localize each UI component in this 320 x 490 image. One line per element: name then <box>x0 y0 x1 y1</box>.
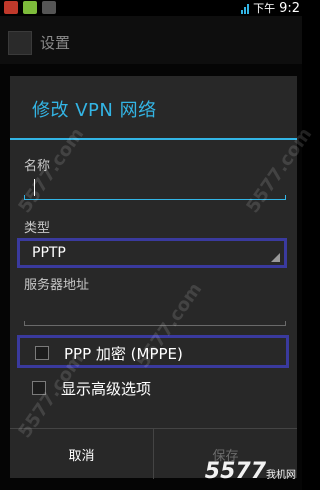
type-selected-value: PPTP <box>32 245 66 261</box>
encryption-checkbox[interactable] <box>35 346 49 360</box>
server-label: 服务器地址 <box>24 278 90 293</box>
time-prefix: 下午 <box>253 2 276 15</box>
dialog-title: 修改 VPN 网络 <box>32 100 157 121</box>
clock: 9:2 <box>279 0 300 16</box>
signal-icon <box>241 3 250 14</box>
server-address-field[interactable] <box>24 304 286 326</box>
status-bar: 下午 9:2 <box>0 0 302 16</box>
dropdown-arrow-icon <box>271 253 280 262</box>
download-notification-icon <box>23 1 37 14</box>
action-bar: 设置 <box>0 16 302 66</box>
settings-app-icon[interactable] <box>8 31 32 55</box>
edit-vpn-dialog: 修改 VPN 网络 名称 类型 PPTP 服务器地址 PPP 加密 (MPPE)… <box>10 76 297 479</box>
type-spinner[interactable]: PPTP <box>17 238 287 268</box>
title-divider <box>10 138 297 140</box>
page-title: 设置 <box>40 34 71 52</box>
type-label: 类型 <box>24 221 51 236</box>
advanced-label: 显示高级选项 <box>61 380 152 398</box>
app-notification-icon <box>4 1 18 14</box>
image-notification-icon <box>42 1 56 14</box>
brand-logo: 5577我机网 <box>204 459 296 484</box>
